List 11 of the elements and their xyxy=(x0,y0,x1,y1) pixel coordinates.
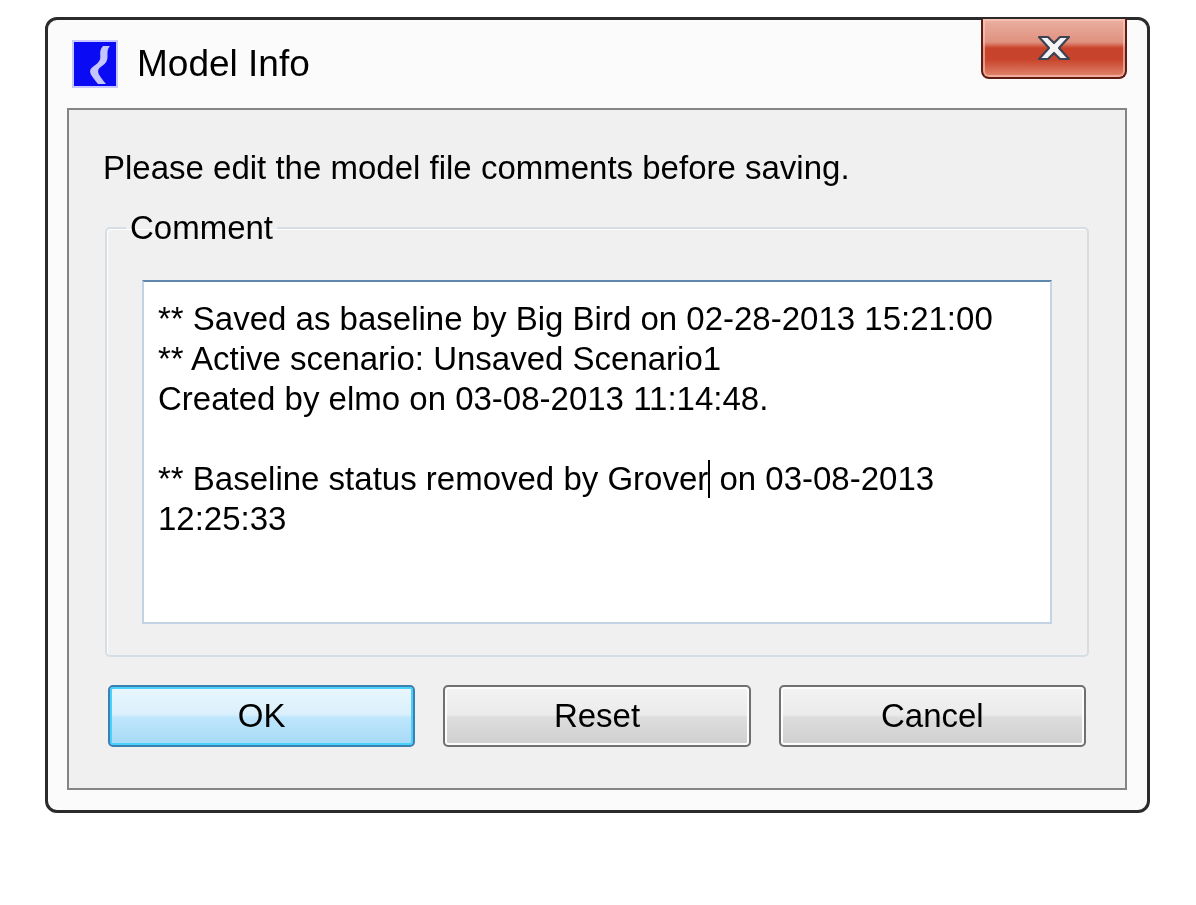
close-icon xyxy=(1036,35,1072,61)
text-cursor-icon xyxy=(708,460,711,498)
comment-field[interactable]: ** Saved as baseline by Big Bird on 02-28-2013 15:21:00 ** Active scenario: Unsaved Scenario1 Created by elmo on 03-08-2013 11:14:48. ** Baseline status removed by Grover on 03-08-2013 12:25:33 xyxy=(142,280,1052,624)
window-title: Model Info xyxy=(137,44,310,84)
dialog-button[interactable]: Reset xyxy=(443,685,751,747)
dialog-button[interactable]: Cancel xyxy=(778,685,1086,747)
instruction-text: Please edit the model file comments before saving. xyxy=(103,148,851,188)
group-label: Comment xyxy=(129,208,275,248)
app-logo-icon xyxy=(72,40,118,88)
close-button[interactable] xyxy=(981,19,1127,79)
dialog-button[interactable]: OK xyxy=(108,685,416,747)
